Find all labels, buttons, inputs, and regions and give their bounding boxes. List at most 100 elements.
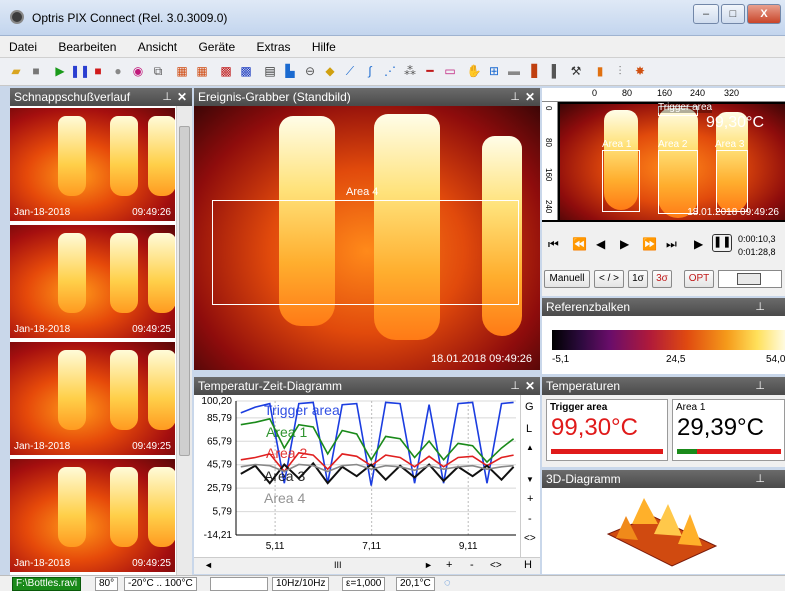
menu-geraete[interactable]: Geräte	[189, 36, 244, 54]
close-icon[interactable]: ✕	[177, 88, 187, 106]
chart-g-button[interactable]: G	[525, 401, 534, 413]
maximize-button[interactable]: □	[721, 4, 745, 24]
chart-l-button[interactable]: L	[526, 423, 532, 435]
snapshot-thumb[interactable]: Jan-18-2018 09:49:25	[10, 459, 175, 572]
hand-icon[interactable]: ✋	[466, 63, 482, 79]
dash-icon[interactable]: ━	[422, 63, 438, 79]
refbar-panel-header: Referenzbalken ⊥	[542, 298, 785, 316]
snapshot-thumb[interactable]: Jan-18-2018 09:49:25	[10, 225, 175, 338]
pin-icon[interactable]: ⊥	[162, 88, 172, 106]
scroll-thumb[interactable]: III	[334, 560, 342, 570]
snapshot-panel-header: Schnappschußverlauf ⊥ ✕	[10, 88, 192, 106]
line-chart-icon[interactable]: ⟋	[342, 63, 358, 79]
x-tick-label: 7,11	[362, 541, 381, 552]
snapshot-thumb[interactable]: Jan-18-2018 09:49:26	[10, 108, 175, 221]
color-icon[interactable]: ▮	[592, 63, 608, 79]
area-2-rect[interactable]	[658, 150, 698, 214]
tag-icon[interactable]: ◆	[322, 63, 338, 79]
area-4-rect[interactable]	[212, 200, 519, 305]
filter-icon[interactable]: ⫶	[612, 63, 628, 79]
h-button[interactable]: H	[524, 559, 532, 571]
range-slider[interactable]	[718, 270, 782, 288]
menu-ansicht[interactable]: Ansicht	[129, 36, 186, 54]
area-1-rect[interactable]	[602, 150, 640, 212]
time-zoom-in-button[interactable]: +	[446, 559, 452, 571]
fast-forward-icon[interactable]: ⏩	[642, 237, 657, 251]
pin-icon[interactable]: ⊥	[510, 88, 520, 106]
record-icon[interactable]: ●	[110, 63, 126, 79]
rewind-icon[interactable]: ⏪	[572, 237, 587, 251]
chart-zoom-out-button[interactable]: -	[528, 513, 532, 525]
snapshot-scrollbar[interactable]	[176, 106, 192, 575]
palette2-icon[interactable]: ▋	[528, 63, 544, 79]
settings-icon[interactable]: ✸	[632, 63, 648, 79]
snapshot-thumb[interactable]: Jan-18-2018 09:49:25	[10, 342, 175, 455]
profile-icon[interactable]: ⊖	[302, 63, 318, 79]
pause-icon[interactable]: ❚❚	[712, 234, 732, 252]
camera-icon[interactable]: ◉	[130, 63, 146, 79]
time-zoom-out-button[interactable]: -	[470, 559, 474, 571]
thumb-date: Jan-18-2018	[14, 558, 71, 569]
thumb-time: 09:49:26	[132, 207, 171, 218]
trigger-temp-box[interactable]: Trigger area 99,30°C	[546, 399, 668, 461]
measure-icon[interactable]: ▤	[262, 63, 278, 79]
time-fit-button[interactable]: <>	[490, 560, 502, 571]
close-icon[interactable]: ✕	[525, 88, 535, 106]
copy-icon[interactable]: ⧉	[150, 63, 166, 79]
live-panel: 0 80 160 240 320 0 80 160 240 Area 1 Are…	[542, 88, 785, 296]
area-3-rect[interactable]	[716, 150, 748, 212]
multi-line-icon[interactable]: ⋰	[382, 63, 398, 79]
pause-icon[interactable]: ❚❚	[70, 63, 90, 79]
scroll-right-icon[interactable]: ►	[424, 560, 433, 570]
area-1-label: Area 1	[602, 139, 632, 150]
three-sigma-button[interactable]: 3σ	[652, 270, 672, 288]
layout-icon[interactable]: ▦	[174, 63, 190, 79]
window-icon[interactable]: ▭	[442, 63, 458, 79]
menu-hilfe[interactable]: Hilfe	[303, 36, 345, 54]
live-image[interactable]: Area 1 Area 2 Area 3 Trigger area 99,30°…	[560, 102, 785, 220]
area1-temp-box[interactable]: Area 1 29,39°C	[672, 399, 785, 461]
opt-button[interactable]: OPT	[684, 270, 714, 288]
first-frame-icon[interactable]: ⏮	[548, 237, 559, 252]
chart-fit-button[interactable]: <>	[524, 533, 536, 544]
manual-button[interactable]: Manuell	[544, 270, 590, 288]
scroll-left-icon[interactable]: ◄	[204, 560, 213, 570]
grid-icon[interactable]: ⁂	[402, 63, 418, 79]
save-icon[interactable]: ■	[28, 63, 44, 79]
temps-panel: Temperaturen ⊥ Trigger area 99,30°C Area…	[542, 377, 785, 467]
one-sigma-button[interactable]: 1σ	[628, 270, 648, 288]
chart-up-button[interactable]: ▲	[526, 443, 534, 452]
open-icon[interactable]: ▰	[8, 63, 24, 79]
pin-icon[interactable]: ⊥	[755, 298, 765, 316]
play-icon[interactable]: ▶	[694, 237, 703, 251]
menu-extras[interactable]: Extras	[247, 36, 299, 54]
chart-zoom-in-button[interactable]: +	[527, 493, 533, 505]
curve-icon[interactable]: ∫	[362, 63, 378, 79]
scale-lr-button[interactable]: < / >	[594, 270, 624, 288]
step-forward-icon[interactable]: ▶	[620, 237, 629, 251]
grabber-image[interactable]: Area 4 18.01.2018 09:49:26	[194, 106, 540, 370]
temperature-time-chart[interactable]: 100,20 85,79 65,79 45,79 25,79 5,79 -14,21 5,11…	[194, 395, 520, 557]
layout2-icon[interactable]: ▦	[194, 63, 210, 79]
step-back-icon[interactable]: ◀	[596, 237, 605, 251]
layout4-icon[interactable]: ▩	[238, 63, 254, 79]
close-button[interactable]: X	[747, 4, 781, 24]
tools-icon[interactable]: ⚒	[568, 63, 584, 79]
palette-icon[interactable]: ▬	[506, 63, 522, 79]
close-icon[interactable]: ✕	[525, 377, 535, 395]
minimize-button[interactable]: –	[693, 4, 719, 24]
palette3-icon[interactable]: ▌	[548, 63, 564, 79]
zoom-icon[interactable]: ⊞	[486, 63, 502, 79]
histogram-icon[interactable]: ▙	[282, 63, 298, 79]
menu-bearbeiten[interactable]: Bearbeiten	[49, 36, 125, 54]
layout3-icon[interactable]: ▩	[218, 63, 234, 79]
diagram3d-surface[interactable]	[602, 494, 722, 570]
stop-icon[interactable]: ■	[90, 63, 106, 79]
pin-icon[interactable]: ⊥	[510, 377, 520, 395]
pin-icon[interactable]: ⊥	[755, 470, 765, 488]
play-icon[interactable]: ▶	[52, 63, 68, 79]
chart-down-button[interactable]: ▼	[526, 475, 534, 484]
last-frame-icon[interactable]: ⏭	[666, 237, 677, 252]
pin-icon[interactable]: ⊥	[755, 377, 765, 395]
menu-datei[interactable]: Datei	[0, 36, 46, 54]
